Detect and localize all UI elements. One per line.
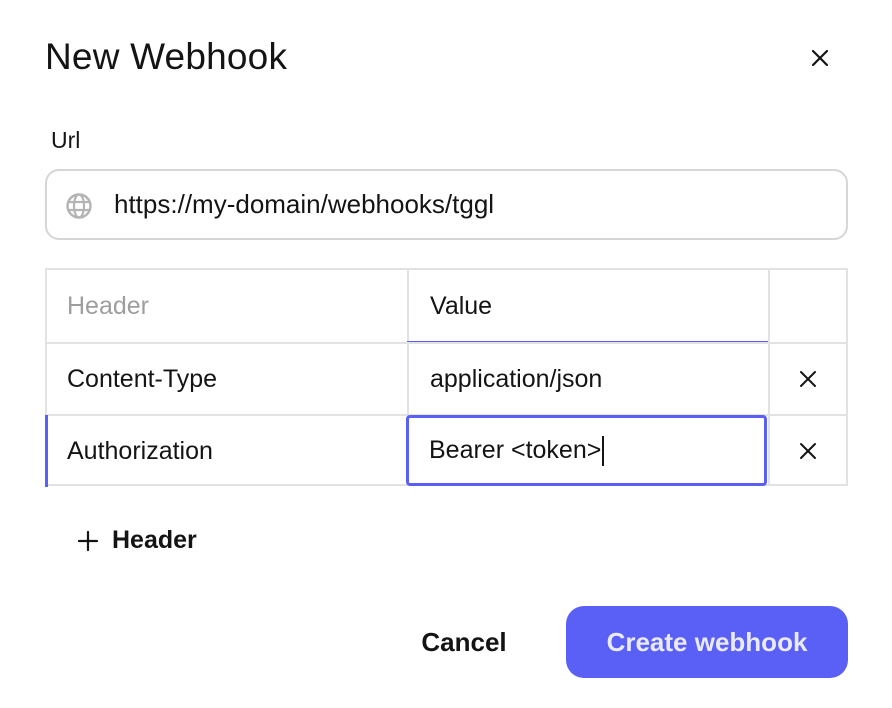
url-label: Url xyxy=(51,127,81,153)
close-icon xyxy=(811,49,829,67)
header-value-new-input[interactable]: Value xyxy=(407,270,768,342)
delete-header-button[interactable] xyxy=(768,416,846,486)
header-value-input[interactable]: application/json xyxy=(407,344,768,414)
header-delete-placeholder xyxy=(768,270,846,342)
create-webhook-button[interactable]: Create webhook xyxy=(566,606,848,678)
close-dialog-button[interactable] xyxy=(806,44,834,72)
url-field[interactable] xyxy=(45,169,848,240)
header-row: Content-Type application/json xyxy=(47,342,846,414)
add-header-label: Header xyxy=(112,526,197,554)
cancel-button[interactable]: Cancel xyxy=(400,606,528,678)
close-icon xyxy=(800,443,816,459)
dialog-title: New Webhook xyxy=(45,36,288,77)
close-icon xyxy=(800,371,816,387)
header-value-text: Bearer <token> xyxy=(429,436,602,464)
plus-icon xyxy=(77,530,99,551)
header-name-input[interactable]: Content-Type xyxy=(47,344,407,414)
header-name-new-input[interactable]: Header xyxy=(47,270,407,342)
add-header-button[interactable]: Header xyxy=(76,526,197,555)
delete-header-button[interactable] xyxy=(768,344,846,414)
headers-table: Header Value Content-Type application/js… xyxy=(45,268,848,487)
globe-icon xyxy=(66,193,92,219)
headers-table-head: Header Value xyxy=(47,270,846,344)
header-row: Authorization Bearer <token> xyxy=(45,414,846,487)
header-value-input-focused[interactable]: Bearer <token> xyxy=(406,415,767,486)
header-name-input[interactable]: Authorization xyxy=(47,416,407,486)
text-caret xyxy=(602,435,605,466)
url-input[interactable] xyxy=(114,171,834,238)
